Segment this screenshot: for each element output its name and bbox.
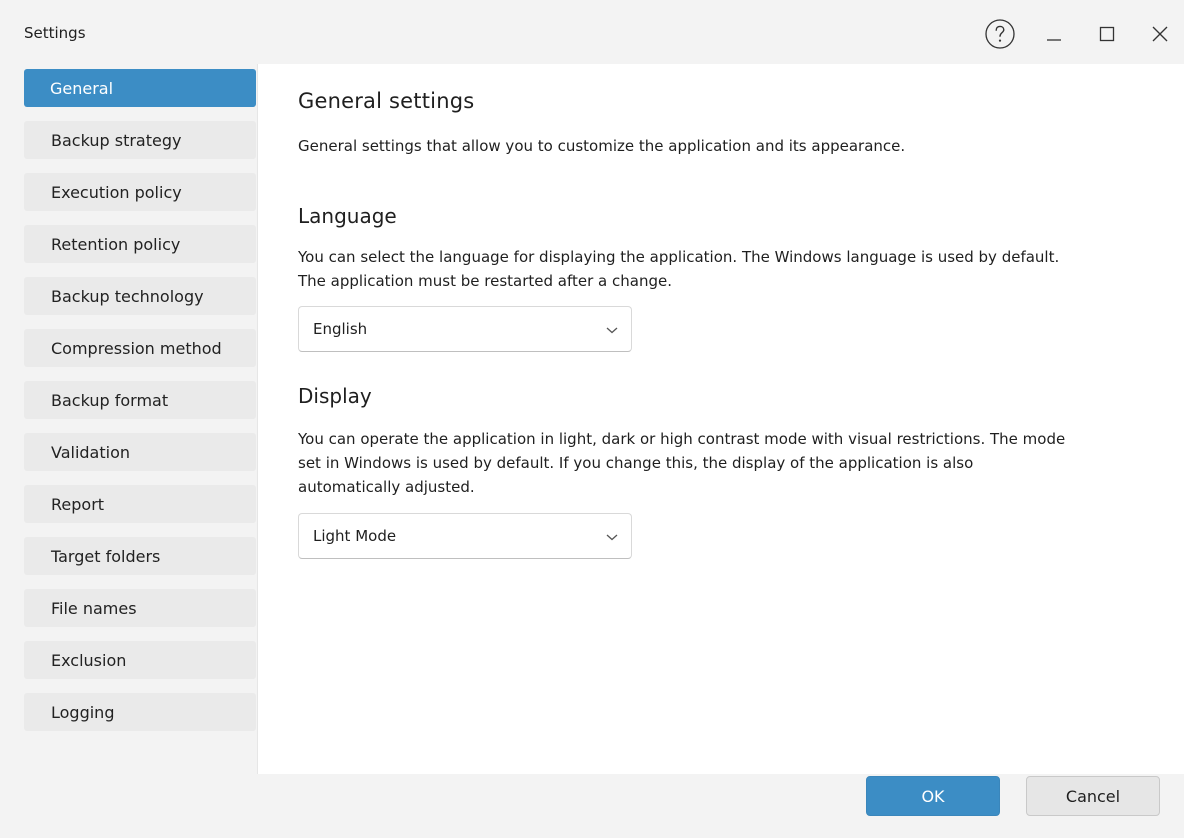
cancel-button[interactable]: Cancel	[1026, 776, 1160, 816]
display-description: You can operate the application in light…	[298, 427, 1148, 499]
sidebar-item-label: Logging	[51, 702, 115, 722]
sidebar-item-label: Validation	[51, 442, 131, 462]
ok-button[interactable]: OK	[866, 776, 1000, 816]
chevron-down-icon	[606, 534, 618, 541]
sidebar-item-general[interactable]: General	[24, 69, 256, 107]
page-title: General settings	[298, 89, 475, 113]
language-description: You can select the language for displayi…	[298, 245, 1148, 293]
sidebar-item-file-names[interactable]: File names	[24, 589, 256, 627]
settings-window: Settings General Backup strategy Executi…	[0, 0, 1184, 838]
minimize-icon	[1047, 39, 1061, 41]
sidebar-item-validation[interactable]: Validation	[24, 433, 256, 471]
sidebar-item-backup-format[interactable]: Backup format	[24, 381, 256, 419]
help-button[interactable]	[980, 14, 1020, 54]
language-description-line: You can select the language for displayi…	[298, 248, 1060, 266]
sidebar-item-compression-method[interactable]: Compression method	[24, 329, 256, 367]
sidebar-item-backup-technology[interactable]: Backup technology	[24, 277, 256, 315]
sidebar-item-label: General	[50, 78, 114, 98]
display-description-line: automatically adjusted.	[298, 478, 475, 496]
settings-content: General settings General settings that a…	[258, 64, 1184, 774]
sidebar-item-backup-strategy[interactable]: Backup strategy	[24, 121, 256, 159]
minimize-button[interactable]	[1034, 14, 1074, 54]
sidebar-item-label: Exclusion	[51, 650, 127, 670]
display-heading: Display	[298, 384, 372, 408]
chevron-down-icon	[606, 327, 618, 334]
sidebar-item-label: Retention policy	[51, 234, 181, 254]
display-description-line: set in Windows is used by default. If yo…	[298, 454, 974, 472]
language-heading: Language	[298, 204, 397, 228]
sidebar-item-label: Execution policy	[51, 182, 182, 202]
window-title: Settings	[24, 24, 86, 42]
sidebar-item-label: Backup strategy	[51, 130, 182, 150]
sidebar-item-execution-policy[interactable]: Execution policy	[24, 173, 256, 211]
display-mode-select-value: Light Mode	[313, 527, 397, 545]
language-select-value: English	[313, 320, 368, 338]
close-button[interactable]	[1140, 14, 1180, 54]
sidebar-item-label: Backup format	[51, 390, 169, 410]
sidebar-item-label: Target folders	[51, 546, 161, 566]
sidebar-item-logging[interactable]: Logging	[24, 693, 256, 731]
sidebar-nav: General Backup strategy Execution policy…	[0, 64, 256, 774]
title-bar: Settings	[0, 0, 1184, 64]
sidebar-item-label: Report	[51, 494, 105, 514]
sidebar-item-label: File names	[51, 598, 137, 618]
dialog-footer: OK Cancel	[0, 774, 1184, 838]
maximize-button[interactable]	[1087, 14, 1127, 54]
help-icon	[985, 19, 1015, 49]
display-mode-select[interactable]: Light Mode	[298, 513, 632, 559]
sidebar-item-label: Backup technology	[51, 286, 204, 306]
maximize-icon	[1099, 26, 1115, 42]
close-icon	[1152, 26, 1168, 42]
sidebar-item-label: Compression method	[51, 338, 222, 358]
sidebar-item-report[interactable]: Report	[24, 485, 256, 523]
display-description-line: You can operate the application in light…	[298, 430, 1066, 448]
sidebar-item-target-folders[interactable]: Target folders	[24, 537, 256, 575]
sidebar-item-retention-policy[interactable]: Retention policy	[24, 225, 256, 263]
language-description-line: The application must be restarted after …	[298, 272, 672, 290]
page-description: General settings that allow you to custo…	[298, 137, 906, 155]
language-select[interactable]: English	[298, 306, 632, 352]
sidebar-item-exclusion[interactable]: Exclusion	[24, 641, 256, 679]
